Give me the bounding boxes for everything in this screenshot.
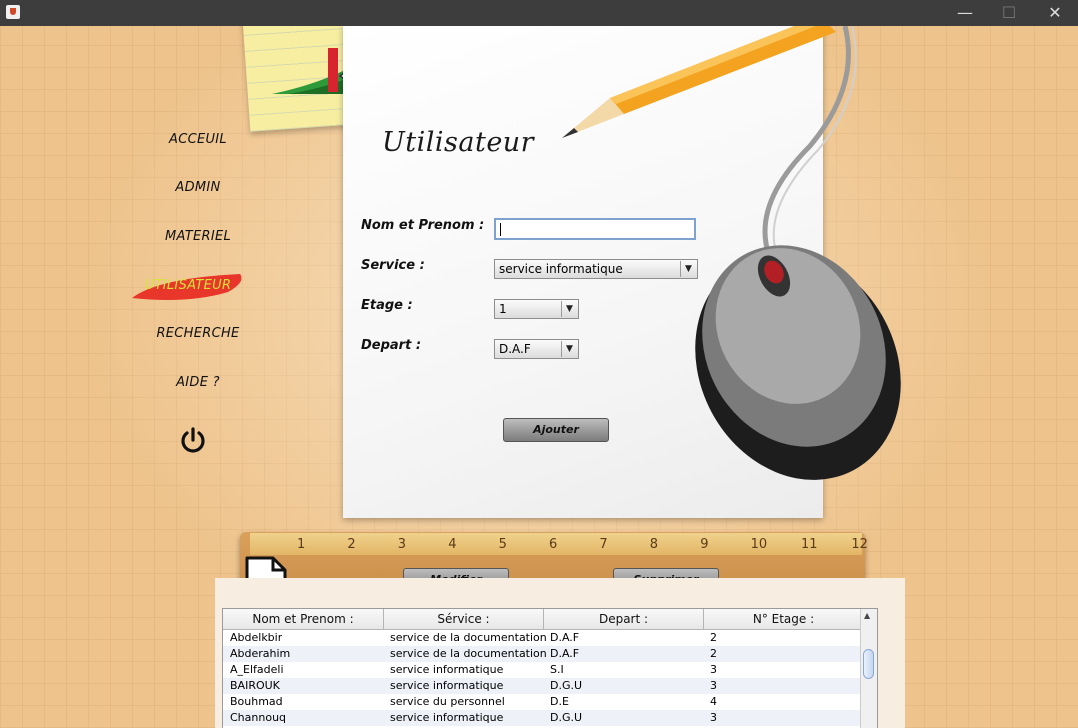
column-header-depart[interactable]: Depart : xyxy=(544,609,704,629)
depart-select[interactable]: D.A.F ▼ xyxy=(494,339,579,359)
dropdown-arrow-icon[interactable]: ▼ xyxy=(561,341,577,357)
nav-item-utilisateur[interactable]: UTILISATEUR xyxy=(120,278,256,293)
table-cell: D.A.F xyxy=(550,631,580,644)
add-button[interactable]: Ajouter xyxy=(503,418,609,442)
table-cell: service informatique xyxy=(390,711,504,724)
page-title: Utilisateur xyxy=(382,127,535,158)
table-cell: D.E xyxy=(550,695,569,708)
maximize-button[interactable]: ☐ xyxy=(986,0,1032,26)
scroll-up-icon[interactable]: ▲ xyxy=(864,611,870,620)
close-button[interactable]: ✕ xyxy=(1032,0,1078,26)
table-cell: 2 xyxy=(710,647,717,660)
table-row[interactable]: Abdelkbir service de la documentation D.A.… xyxy=(223,630,863,646)
column-header-name[interactable]: Nom et Prenom : xyxy=(223,609,384,629)
depart-label: Depart : xyxy=(361,338,422,353)
minimize-button[interactable]: — xyxy=(942,0,988,26)
table-cell: D.G.U xyxy=(550,679,583,692)
etage-label: Etage : xyxy=(361,298,413,313)
table-cell: D.G.U xyxy=(550,711,583,724)
table-cell: S.I xyxy=(550,663,564,676)
table-cell: Abdelkbir xyxy=(230,631,283,644)
name-label: Nom et Prenom : xyxy=(361,218,485,233)
mouse-decoration xyxy=(695,26,901,480)
app-canvas: ACCEUIL ADMIN MATERIEL UTILISATEUR RECHE… xyxy=(0,26,1078,728)
table-row[interactable]: Bouhmad service du personnel D.E 4 xyxy=(223,694,863,710)
depart-select-value: D.A.F xyxy=(499,342,531,356)
table-cell: 3 xyxy=(710,663,717,676)
ruler-tick-label: 10 xyxy=(750,537,768,552)
table-scrollbar[interactable]: ▲ ▼ xyxy=(860,609,877,728)
table-row[interactable]: BAIROUK service informatique D.G.U 3 xyxy=(223,678,863,694)
ruler-tick-label: 11 xyxy=(801,537,818,552)
column-header-etage[interactable]: N° Etage : xyxy=(704,609,863,629)
table-cell: service informatique xyxy=(390,679,504,692)
ruler-tick-label: 7 xyxy=(599,537,608,552)
ruler-tick-label: 5 xyxy=(498,537,507,552)
column-header-service[interactable]: Sérvice : xyxy=(384,609,544,629)
table-cell: D.A.F xyxy=(550,647,580,660)
users-table: Nom et Prenom : Sérvice : Depart : N° Et… xyxy=(222,608,878,728)
name-input[interactable] xyxy=(494,218,696,240)
table-row[interactable]: Abderahim service de la documentation D.A.… xyxy=(223,646,863,662)
table-cell: BAIROUK xyxy=(230,679,280,692)
etage-select-value: 1 xyxy=(499,302,507,316)
nav-item-admin[interactable]: ADMIN xyxy=(130,180,266,195)
table-cell: service de la documentation xyxy=(390,647,547,660)
table-header: Nom et Prenom : Sérvice : Depart : N° Et… xyxy=(223,609,863,630)
table-cell: 3 xyxy=(710,679,717,692)
table-cell: 2 xyxy=(710,631,717,644)
table-cell: service informatique xyxy=(390,663,504,676)
java-app-icon xyxy=(6,5,20,19)
service-label: Service : xyxy=(361,258,425,273)
table-row[interactable]: A_Elfadeli service informatique S.I 3 xyxy=(223,662,863,678)
nav-item-aide[interactable]: AIDE ? xyxy=(130,375,266,390)
scroll-thumb[interactable] xyxy=(863,649,874,679)
table-row[interactable]: Channouq service informatique D.G.U 3 xyxy=(223,710,863,726)
nav-item-acceuil[interactable]: ACCEUIL xyxy=(130,132,266,147)
power-icon[interactable] xyxy=(179,426,207,454)
table-cell: Bouhmad xyxy=(230,695,283,708)
table-cell: 4 xyxy=(710,695,717,708)
ruler-tick-label: 12 xyxy=(851,537,868,552)
ruler-tick-label: 8 xyxy=(649,537,659,552)
table-cell: A_Elfadeli xyxy=(230,663,284,676)
table-cell: service de la documentation xyxy=(390,631,547,644)
ruler-tick-label: 4 xyxy=(448,537,457,552)
text-caret xyxy=(500,223,501,236)
service-select-value: service informatique xyxy=(499,262,623,276)
service-select[interactable]: service informatique ▼ xyxy=(494,259,698,279)
ruler-tick-label: 9 xyxy=(700,537,709,552)
ruler-tick-label: 2 xyxy=(347,537,356,552)
nav-item-recherche[interactable]: RECHERCHE xyxy=(130,326,266,341)
table-cell: 3 xyxy=(710,711,717,724)
table-cell: Abderahim xyxy=(230,647,291,660)
ruler-tick-label: 3 xyxy=(397,537,407,552)
table-cell: service du personnel xyxy=(390,695,505,708)
dropdown-arrow-icon[interactable]: ▼ xyxy=(561,301,577,317)
nav-item-materiel[interactable]: MATERIEL xyxy=(130,229,266,244)
table-cell: Channouq xyxy=(230,711,287,724)
ruler-tick-label: 6 xyxy=(549,537,558,552)
title-bar: — ☐ ✕ xyxy=(0,0,1078,26)
ruler-tick-label: 1 xyxy=(297,537,306,552)
etage-select[interactable]: 1 ▼ xyxy=(494,299,579,319)
dropdown-arrow-icon[interactable]: ▼ xyxy=(680,261,696,277)
